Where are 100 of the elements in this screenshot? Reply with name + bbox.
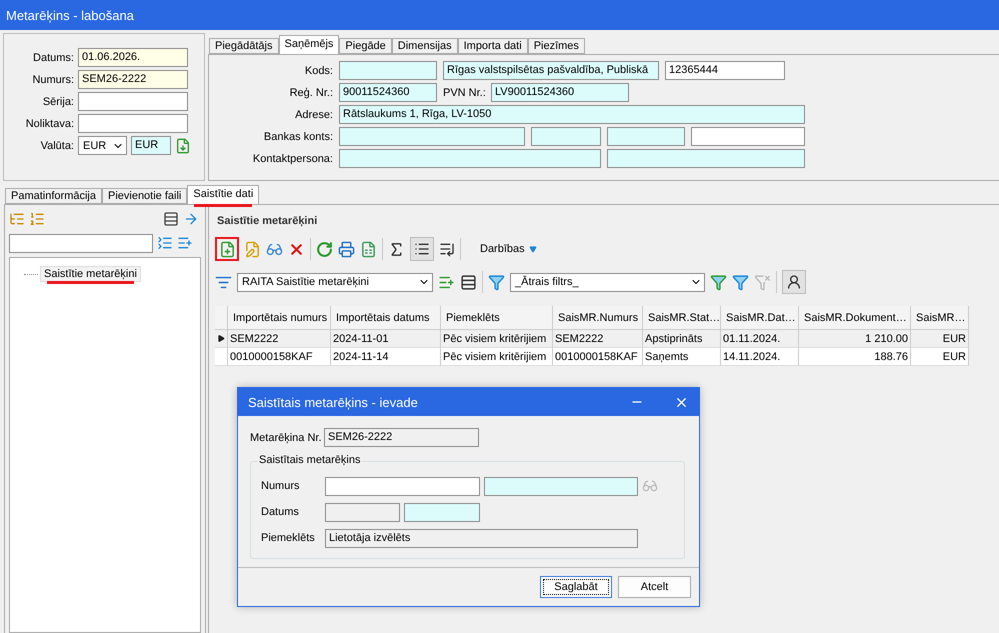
input-field[interactable]	[325, 476, 480, 496]
tab[interactable]: Piezīmes	[528, 38, 585, 54]
input-field[interactable]: Rīgas valstspilsētas pašvaldība, Publiskā	[443, 61, 659, 80]
column-header[interactable]: SaisMR.Dat…	[721, 306, 799, 330]
table-cell: EUR	[911, 330, 969, 348]
row-selector[interactable]	[215, 330, 228, 348]
group-title: Saistītais metarēķins	[257, 454, 362, 466]
table-cell: 2024-11-14	[331, 348, 441, 366]
tree-item[interactable]: Saistītie metarēķini	[40, 266, 141, 282]
table-cell: 14.11.2024.	[721, 348, 799, 366]
filter-icon[interactable]	[488, 274, 505, 290]
column-header[interactable]: SaisMR.Stat…	[643, 306, 721, 330]
table-cell: 0010000158KAF	[228, 348, 331, 366]
column-header[interactable]: Piemeklēts	[441, 306, 553, 330]
glasses-icon[interactable]	[642, 478, 658, 494]
caret-down-icon	[528, 245, 537, 253]
tab[interactable]: Saistītie dati	[187, 185, 260, 204]
list-icon[interactable]	[439, 241, 455, 257]
input-field[interactable]: Lietotāja izvēlēts	[325, 528, 638, 548]
field-label: Numurs	[261, 480, 301, 492]
field-label: Bankas konts:	[262, 130, 333, 142]
window-title: Metarēķins - labošana	[0, 0, 999, 30]
tab[interactable]: Piegādātājs	[209, 38, 278, 54]
input-field[interactable]: EUR	[131, 136, 171, 155]
tab[interactable]: Saņēmējs	[278, 35, 340, 54]
table-cell: Pēc visiem kritērijiem	[441, 348, 553, 366]
input-field[interactable]: 01.06.2026.	[78, 48, 188, 67]
input-field[interactable]: SEM26-2222	[324, 428, 479, 448]
print-icon[interactable]	[338, 240, 355, 258]
actions-menu[interactable]: Darbības	[474, 243, 543, 255]
table-cell: Saņemts	[643, 348, 721, 366]
list-icon[interactable]	[414, 241, 430, 257]
input-field[interactable]	[78, 92, 188, 111]
input-field[interactable]	[607, 149, 805, 168]
add-button[interactable]	[215, 237, 239, 261]
list-icon[interactable]	[163, 211, 179, 227]
input-field[interactable]	[607, 127, 685, 146]
input-field[interactable]: LV90011524360	[491, 83, 629, 102]
dialog-button[interactable]: Atcelt	[618, 576, 691, 598]
input-field[interactable]: Rātslaukums 1, Rīga, LV-1050	[339, 105, 805, 124]
table-cell: 1 210.00	[799, 330, 911, 348]
tab[interactable]: Dimensijas	[392, 38, 458, 54]
column-header[interactable]: SaisMR…	[911, 306, 969, 330]
input-field[interactable]	[339, 149, 601, 168]
input-field[interactable]	[484, 476, 638, 496]
column-header[interactable]: Importētais numurs	[228, 306, 331, 330]
input-field[interactable]	[404, 502, 480, 522]
field-label: Valūta:	[40, 140, 74, 152]
filter-dropdown[interactable]: _Ātrais filtrs_	[510, 272, 705, 292]
collapse-icon[interactable]	[157, 235, 173, 251]
input-field[interactable]: 12365444	[665, 61, 785, 80]
field-label: Piemeklēts	[261, 532, 316, 544]
field-label: Datums	[261, 506, 300, 518]
table-cell: 2024-11-01	[331, 330, 441, 348]
user-filter-button[interactable]	[782, 270, 806, 294]
dialog-button[interactable]: Saglabāt	[540, 576, 612, 598]
input-field[interactable]	[339, 127, 525, 146]
row-pointer-icon	[217, 334, 225, 343]
input-field[interactable]	[531, 127, 601, 146]
input-field[interactable]: 90011524360	[339, 83, 437, 102]
field-label: PVN Nr.:	[443, 86, 485, 98]
search-field[interactable]	[9, 234, 153, 252]
column-header[interactable]: Importētais datums	[331, 306, 441, 330]
column-header[interactable]: SaisMR.Dokument…	[799, 306, 911, 330]
file-plus-icon[interactable]	[218, 240, 236, 258]
refresh-icon[interactable]	[316, 240, 333, 258]
file-arrow-icon[interactable]	[175, 138, 191, 154]
input-field[interactable]: SEM26-2222	[78, 70, 188, 89]
spreadsheet-icon[interactable]	[360, 240, 377, 258]
column-header[interactable]: SaisMR.Numurs	[553, 306, 643, 330]
tree-expand-icon[interactable]	[9, 211, 25, 227]
filter-list-icon[interactable]	[732, 274, 749, 290]
table-cell: EUR	[911, 348, 969, 366]
tab[interactable]: Importa dati	[458, 38, 528, 54]
input-field[interactable]	[78, 114, 188, 133]
add-filter-icon[interactable]	[710, 274, 727, 290]
layout-list-icon[interactable]	[460, 274, 477, 290]
highlight-underline	[194, 204, 252, 207]
table-cell: 01.11.2024.	[721, 330, 799, 348]
layout-dropdown[interactable]: RAITA Saistītie metarēķini	[237, 272, 433, 292]
field-label: Metarēķina Nr.	[250, 432, 320, 444]
field-label: Datums:	[32, 52, 74, 64]
field-label: Kontaktpersona:	[252, 152, 333, 164]
grid-view-button[interactable]	[410, 237, 434, 261]
table-cell: 0010000158KAF	[553, 348, 643, 366]
tab[interactable]: Piegāde	[339, 38, 392, 54]
expand-icon[interactable]	[177, 235, 193, 251]
tab[interactable]: Pamatinformācija	[5, 188, 102, 204]
input-field[interactable]	[325, 502, 400, 522]
field-label: Noliktava:	[24, 118, 74, 130]
table-cell: SEM2222	[553, 330, 643, 348]
input-field[interactable]	[691, 127, 805, 146]
edit-icon[interactable]	[244, 240, 261, 258]
currency-dropdown[interactable]: EUR	[78, 136, 127, 155]
user-icon[interactable]	[786, 274, 802, 290]
tab[interactable]: Pievienotie faili	[102, 188, 188, 204]
row-header	[215, 306, 228, 330]
table-cell: Pēc visiem kritērijiem	[441, 330, 553, 348]
table-cell: 188.76	[799, 348, 911, 366]
input-field[interactable]	[339, 61, 437, 80]
